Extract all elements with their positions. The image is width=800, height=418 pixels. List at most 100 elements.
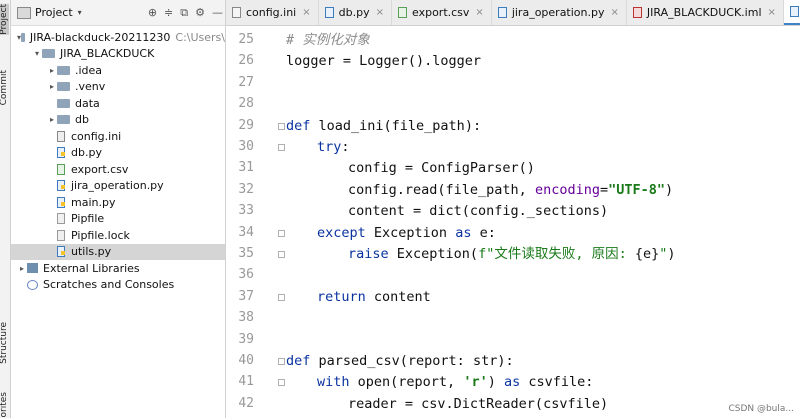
py-file-icon — [57, 246, 65, 258]
tree-item[interactable]: main.py — [11, 194, 225, 211]
code-token: open(report, — [357, 374, 464, 391]
editor-tab-label: db.py — [338, 6, 370, 19]
folder-icon — [57, 98, 70, 108]
fold-marker-icon[interactable] — [278, 293, 285, 301]
ini-file-icon — [232, 7, 241, 18]
code-token: Exception — [373, 224, 456, 241]
tree-item-label: main.py — [71, 195, 116, 209]
chevron-right-icon[interactable]: ▸ — [17, 264, 27, 273]
folder-icon — [42, 49, 55, 59]
close-icon[interactable]: × — [376, 7, 384, 18]
editor-gutter: 25 26 27 28 29 30 31 32 33 34 35 36 37 38 39 40 41 42 — [226, 26, 285, 418]
chevron-down-icon[interactable]: ▾ — [78, 8, 82, 17]
gear-icon[interactable]: ⚙ — [195, 6, 205, 19]
chevron-right-icon[interactable]: ▸ — [47, 66, 57, 75]
library-icon — [27, 263, 38, 274]
structure-tool-button[interactable]: Structure — [0, 322, 9, 364]
tree-item-label: export.csv — [71, 162, 129, 176]
tree-item[interactable]: Pipfile.lock — [11, 227, 225, 244]
fold-marker-icon[interactable] — [278, 379, 285, 387]
code-token: {e} — [634, 246, 660, 262]
editor-tab[interactable]: jira_operation.py × — [492, 0, 627, 25]
tree-item[interactable]: config.ini — [11, 128, 225, 145]
tree-item[interactable]: db.py — [11, 145, 225, 162]
line-number: 39 — [238, 331, 254, 347]
tree-item[interactable]: jira_operation.py — [11, 178, 225, 195]
py-file-icon — [57, 180, 65, 192]
tree-item[interactable]: ▾ JIRA-blackduck-20211230 C:\Users\ — [11, 29, 225, 46]
code-token: csvfile: — [528, 374, 594, 391]
chevron-down-icon[interactable]: ▾ — [32, 49, 42, 58]
close-icon[interactable]: × — [302, 7, 310, 18]
code-token: as — [503, 374, 529, 391]
code-token: except — [317, 224, 374, 241]
line-number: 26 — [238, 53, 254, 69]
tree-item[interactable]: export.csv — [11, 161, 225, 178]
py-file-icon — [789, 6, 799, 17]
tree-item[interactable]: data — [11, 95, 225, 112]
hide-icon[interactable]: — — [212, 6, 223, 19]
editor-tab[interactable]: db.py × — [319, 0, 392, 25]
collapse-all-icon[interactable]: ≑ — [164, 6, 173, 19]
tree-item[interactable]: ▸ External Libraries — [11, 260, 225, 277]
code-token: # 实例化对象 — [286, 32, 370, 48]
code-token: def — [286, 353, 319, 369]
fold-marker-icon[interactable] — [278, 358, 285, 365]
tree-item[interactable]: Pipfile — [11, 211, 225, 228]
py-file-icon — [57, 147, 65, 159]
code-token: = — [599, 181, 609, 198]
code-token: Exception( — [396, 246, 479, 262]
favorites-tool-button[interactable]: orites — [0, 392, 9, 417]
editor-tab[interactable]: config.ini × — [226, 0, 319, 25]
code-line: def load_ini(file_path): — [286, 118, 481, 134]
project-tool-button[interactable]: Project — [0, 4, 9, 35]
fold-marker-icon[interactable] — [278, 229, 285, 237]
editor-tab[interactable]: JIRA_BLACKDUCK.iml × — [627, 0, 784, 25]
commit-tool-button[interactable]: Commit — [0, 70, 9, 105]
expand-icon[interactable]: ⧉ — [180, 6, 188, 20]
editor-tab[interactable]: export.csv × — [392, 0, 492, 25]
tree-item-label: db.py — [71, 146, 102, 160]
folder-icon — [57, 82, 70, 92]
py-file-icon — [57, 196, 65, 208]
line-number: 38 — [238, 310, 254, 326]
chevron-right-icon[interactable]: ▸ — [47, 82, 57, 91]
code-token: "UTF-8" — [608, 181, 666, 198]
tree-item[interactable]: Scratches and Consoles — [11, 277, 225, 294]
iml-file-icon — [632, 7, 642, 18]
tree-item[interactable]: utils.py — [11, 243, 225, 260]
folder-icon — [21, 32, 25, 42]
fold-marker-icon[interactable] — [278, 251, 285, 258]
close-icon[interactable]: × — [611, 7, 619, 18]
folder-icon — [57, 65, 70, 75]
locate-icon[interactable]: ⊕ — [148, 6, 157, 19]
editor-tab-label: config.ini — [246, 6, 297, 19]
code-line: raise Exception(f"文件读取失败, 原因: {e}") — [348, 246, 676, 262]
close-icon[interactable]: × — [475, 7, 483, 18]
code-line: try: — [317, 139, 350, 155]
code-token: raise — [348, 246, 397, 262]
tree-item[interactable]: ▸ .venv — [11, 79, 225, 96]
tree-item-label: External Libraries — [43, 261, 140, 275]
tree-item-label: Scratches and Consoles — [43, 278, 175, 292]
code-token: load_ini(file_path): — [318, 117, 482, 134]
project-view-selector[interactable]: Project — [35, 6, 73, 19]
line-number: 32 — [238, 181, 254, 197]
editor-tab-label: jira_operation.py — [511, 6, 605, 19]
chevron-right-icon[interactable]: ▸ — [47, 115, 57, 124]
tree-item[interactable]: ▸ db — [11, 112, 225, 129]
tool-window-strip: Project Commit Structure orites — [0, 0, 11, 418]
code-line: content = dict(config._sections) — [348, 203, 608, 219]
fold-marker-icon[interactable] — [278, 144, 285, 151]
code-line: config = ConfigParser() — [348, 160, 535, 176]
code-token: : — [341, 139, 350, 155]
editor-tab[interactable]: utils.py× — [783, 0, 800, 25]
fold-marker-icon[interactable] — [278, 122, 285, 130]
tree-item[interactable]: ▸ .idea — [11, 62, 225, 79]
py-file-icon — [324, 7, 334, 18]
tree-item[interactable]: ▾ JIRA_BLACKDUCK — [11, 46, 225, 63]
code-editor[interactable]: # 实例化对象 logger = Logger().logger def load_… — [286, 26, 800, 418]
close-icon[interactable]: × — [768, 7, 776, 18]
code-line: except Exception as e: — [317, 225, 496, 241]
code-token: try — [317, 139, 342, 155]
